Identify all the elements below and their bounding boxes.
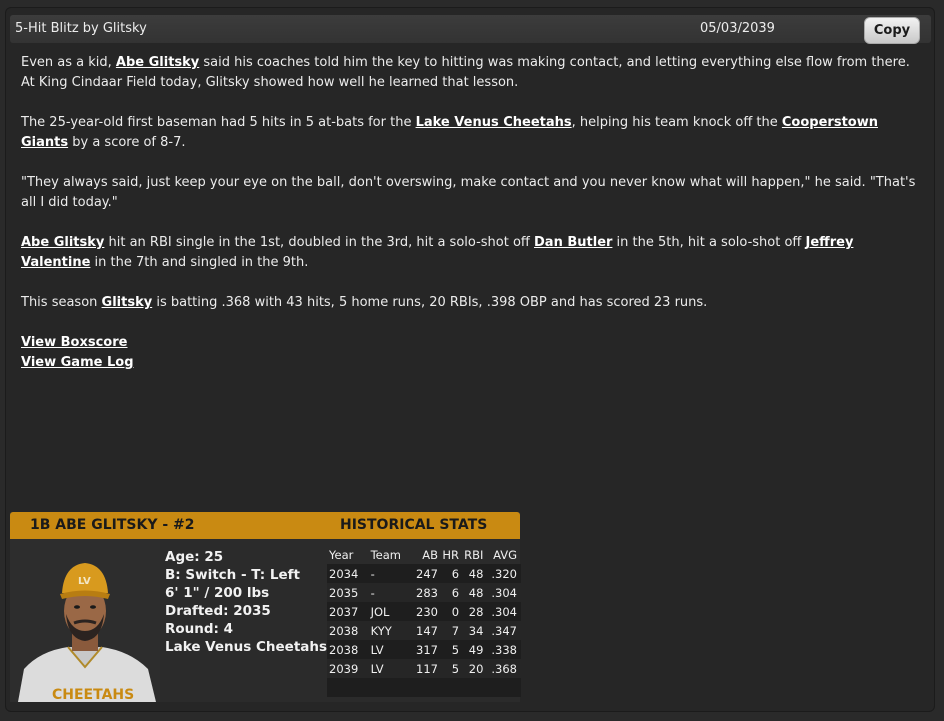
table-row: 2038 LV 317 5 49 .338: [327, 640, 521, 659]
article-body: Even as a kid, Abe Glitsky said his coac…: [21, 53, 921, 373]
empty-cell: [327, 678, 521, 697]
historical-stats-heading: HISTORICAL STATS: [340, 517, 488, 533]
cell: 48: [459, 564, 484, 583]
cell: 2039: [327, 659, 367, 678]
cell: 230: [410, 602, 438, 621]
cell: .338: [483, 640, 521, 659]
cell: 317: [410, 640, 438, 659]
paragraph-3: "They always said, just keep your eye on…: [21, 175, 916, 210]
col-rbi: RBI: [464, 547, 484, 562]
paragraph-1: Even as a kid, Abe Glitsky said his coac…: [21, 53, 921, 93]
text: The 25-year-old first baseman had 5 hits…: [21, 115, 416, 130]
col-hr: HR: [442, 547, 460, 562]
cell: 147: [410, 621, 438, 640]
player-card: 1B ABE GLITSKY - #2 HISTORICAL STATS CHE…: [10, 512, 521, 702]
cell: -: [366, 564, 411, 583]
col-year: Year: [329, 547, 354, 562]
table-row-empty: [327, 678, 521, 697]
player-team: Lake Venus Cheetahs: [165, 639, 328, 655]
player-portrait-image: CHEETAHS LV: [18, 563, 156, 702]
col-ab: AB: [422, 547, 438, 562]
cell: 7: [437, 621, 460, 640]
article-title: 5-Hit Blitz by Glitsky: [15, 21, 147, 36]
player-age: Age: 25: [165, 549, 224, 565]
cell: .320: [483, 564, 521, 583]
player-link-dan-butler[interactable]: Dan Butler: [534, 235, 612, 250]
player-bats-throws: B: Switch - T: Left: [165, 567, 300, 583]
cell: 117: [410, 659, 438, 678]
player-height-weight: 6' 1" / 200 lbs: [165, 585, 270, 601]
table-row: 2034 - 247 6 48 .320: [327, 564, 521, 583]
paragraph-2: The 25-year-old first baseman had 5 hits…: [21, 113, 921, 153]
cell: 20: [459, 659, 484, 678]
cell: LV: [366, 659, 411, 678]
paragraph-5: This season Glitsky is batting .368 with…: [21, 293, 921, 313]
cell: 2034: [327, 564, 367, 583]
cell: 34: [459, 621, 484, 640]
cell: .368: [483, 659, 521, 678]
cell: 0: [437, 602, 460, 621]
player-link-abe-glitsky[interactable]: Abe Glitsky: [116, 55, 199, 70]
col-avg: AVG: [493, 547, 517, 562]
table-row: 2035 - 283 6 48 .304: [327, 583, 521, 602]
copy-button[interactable]: Copy: [864, 17, 920, 44]
cell: KYY: [366, 621, 411, 640]
cell: 5: [437, 640, 460, 659]
cell: 48: [459, 583, 484, 602]
cell: 5: [437, 659, 460, 678]
news-article-panel: 5-Hit Blitz by Glitsky 05/03/2039 Copy E…: [6, 8, 934, 711]
view-game-log-link[interactable]: View Game Log: [21, 353, 921, 373]
cell: 28: [459, 602, 484, 621]
text: in the 5th, hit a solo-shot off: [612, 235, 806, 250]
col-team: Team: [370, 547, 402, 562]
player-drafted: Drafted: 2035: [165, 603, 271, 619]
team-link-lake-venus-cheetahs[interactable]: Lake Venus Cheetahs: [416, 115, 572, 130]
player-card-header: 1B ABE GLITSKY - #2 HISTORICAL STATS: [10, 512, 520, 539]
table-row: 2039 LV 117 5 20 .368: [327, 659, 521, 678]
view-boxscore-link[interactable]: View Boxscore: [21, 333, 921, 353]
cell: .304: [483, 602, 521, 621]
cell: 2037: [327, 602, 367, 621]
player-link-abe-glitsky[interactable]: Abe Glitsky: [21, 235, 104, 250]
article-date: 05/03/2039: [700, 21, 775, 36]
text: , helping his team knock off the: [571, 115, 782, 130]
article-title-bar: 5-Hit Blitz by Glitsky 05/03/2039 Copy: [10, 15, 931, 44]
cell: -: [366, 583, 411, 602]
text: hit an RBI single in the 1st, doubled in…: [104, 235, 535, 250]
cell: .347: [483, 621, 521, 640]
text: This season: [21, 295, 102, 310]
cell: 2038: [327, 621, 367, 640]
historical-stats-table: Year Team AB HR RBI AVG 2034 - 247 6 48: [327, 545, 521, 697]
text: is batting .368 with 43 hits, 5 home run…: [152, 295, 708, 310]
cell: .304: [483, 583, 521, 602]
cell: JOL: [366, 602, 411, 621]
cell: 49: [459, 640, 484, 659]
cell: 283: [410, 583, 438, 602]
player-name-heading: 1B ABE GLITSKY - #2: [30, 517, 195, 533]
text: Even as a kid,: [21, 55, 116, 70]
cap-logo: LV: [78, 576, 91, 587]
cell: 2038: [327, 640, 367, 659]
paragraph-4: Abe Glitsky hit an RBI single in the 1st…: [21, 233, 921, 273]
stats-header-row: Year Team AB HR RBI AVG: [327, 545, 521, 564]
player-portrait: CHEETAHS LV: [10, 539, 160, 702]
cell: LV: [366, 640, 411, 659]
player-info: Age: 25 B: Switch - T: Left 6' 1" / 200 …: [165, 548, 327, 656]
jersey-lettering: CHEETAHS: [52, 687, 134, 702]
player-round: Round: 4: [165, 621, 234, 637]
text: in the 7th and singled in the 9th.: [90, 255, 309, 270]
table-row: 2037 JOL 230 0 28 .304: [327, 602, 521, 621]
cell: 6: [437, 583, 460, 602]
player-link-glitsky[interactable]: Glitsky: [102, 295, 153, 310]
cell: 247: [410, 564, 438, 583]
cell: 6: [437, 564, 460, 583]
cell: 2035: [327, 583, 367, 602]
text: by a score of 8-7.: [68, 135, 186, 150]
article-links: View Boxscore View Game Log: [21, 333, 921, 373]
table-row: 2038 KYY 147 7 34 .347: [327, 621, 521, 640]
